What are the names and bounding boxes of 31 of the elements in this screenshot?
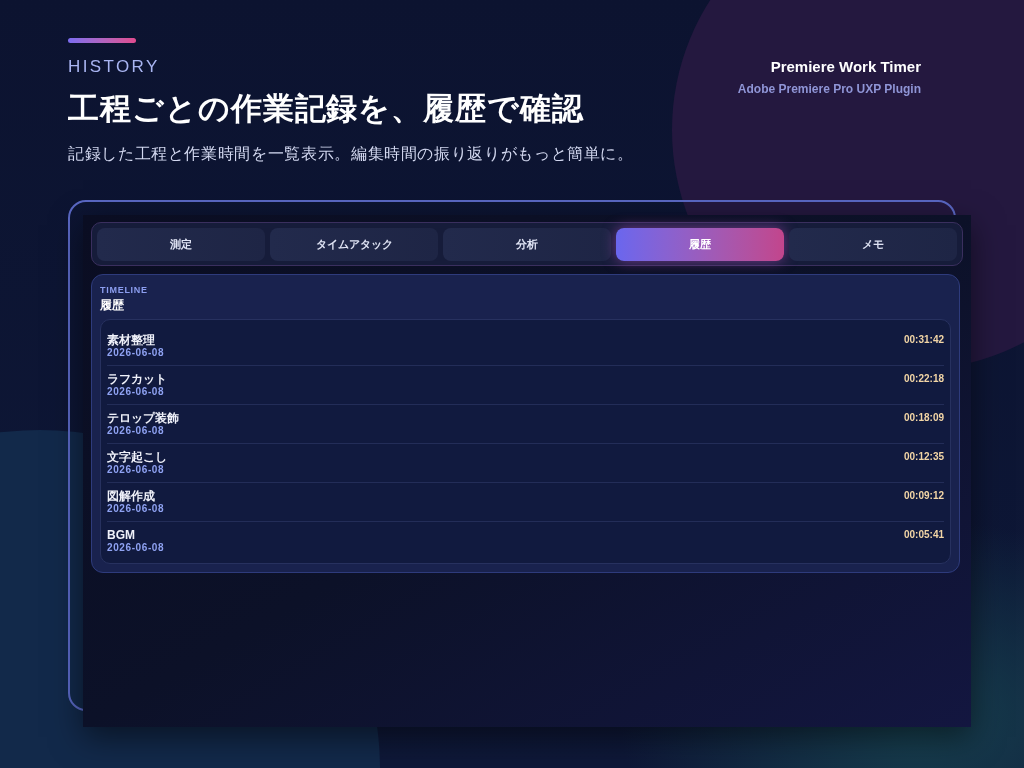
product-tagline: Adobe Premiere Pro UXP Plugin bbox=[737, 82, 921, 97]
task-duration: 00:05:41 bbox=[903, 528, 944, 542]
tab[interactable]: タイムアタック bbox=[270, 228, 438, 261]
tab[interactable]: 履歴 bbox=[616, 228, 784, 261]
accent-bar bbox=[68, 38, 136, 43]
tab[interactable]: メモ bbox=[789, 228, 957, 261]
task-date: 2026-06-08 bbox=[107, 347, 165, 359]
task-duration: 00:12:35 bbox=[903, 450, 944, 464]
card-title: 履歴 bbox=[100, 297, 124, 313]
tab[interactable]: 測定 bbox=[97, 228, 265, 261]
task-duration: 00:18:09 bbox=[903, 411, 944, 425]
task-date: 2026-06-08 bbox=[107, 464, 165, 476]
task-name: 文字起こし bbox=[107, 450, 167, 464]
task-duration: 00:22:18 bbox=[903, 372, 944, 386]
product-name: Premiere Work Timer bbox=[770, 58, 921, 76]
task-date: 2026-06-08 bbox=[107, 386, 165, 398]
task-date: 2026-06-08 bbox=[107, 542, 165, 554]
task-name: テロップ装飾 bbox=[107, 411, 179, 425]
task-name: ラフカット bbox=[107, 372, 167, 386]
task-duration: 00:09:12 bbox=[903, 489, 944, 503]
section-eyebrow: HISTORY bbox=[68, 57, 160, 77]
task-duration: 00:31:42 bbox=[903, 333, 944, 347]
page-title: 工程ごとの作業記録を、履歴で確認 bbox=[68, 90, 584, 128]
task-name: 図解作成 bbox=[107, 489, 155, 503]
page-subtitle: 記録した工程と作業時間を一覧表示。編集時間の振り返りがもっと簡単に。 bbox=[68, 144, 634, 164]
task-date: 2026-06-08 bbox=[107, 503, 165, 515]
task-date: 2026-06-08 bbox=[107, 425, 165, 437]
task-name: 素材整理 bbox=[107, 333, 155, 347]
tab[interactable]: 分析 bbox=[443, 228, 611, 261]
card-eyebrow: TIMELINE bbox=[100, 284, 148, 296]
task-name: BGM bbox=[107, 528, 135, 542]
